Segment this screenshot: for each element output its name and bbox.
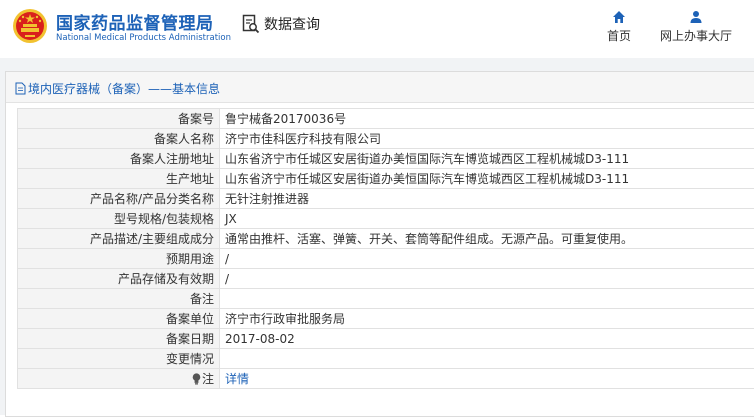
table-row: 产品名称/产品分类名称 无针注射推进器 [18, 189, 754, 209]
panel-title-text: 境内医疗器械（备案）——基本信息 [28, 80, 220, 97]
data-query-label: 数据查询 [264, 14, 320, 34]
row-value: 山东省济宁市任城区安居街道办美恒国际汽车博览城西区工程机械城D3-111 [220, 169, 754, 189]
row-value: 2017-08-02 [220, 329, 754, 349]
panel-title: 境内医疗器械（备案）——基本信息 [15, 80, 220, 97]
row-value [220, 289, 754, 309]
row-label: 备注 [18, 289, 220, 309]
table-row: 备案单位 济宁市行政审批服务局 [18, 309, 754, 329]
row-value: 无针注射推进器 [220, 189, 754, 209]
table-row: 生产地址 山东省济宁市任城区安居街道办美恒国际汽车博览城西区工程机械城D3-11… [18, 169, 754, 189]
row-value: / [220, 269, 754, 289]
nav-online-hall[interactable]: 网上办事大厅 [654, 10, 738, 44]
table-row: 备案日期 2017-08-02 [18, 329, 754, 349]
document-icon [15, 82, 26, 95]
row-label: 产品存储及有效期 [18, 269, 220, 289]
panel-header: 境内医疗器械（备案）——基本信息 [6, 72, 754, 103]
table-row: 型号规格/包装规格 JX [18, 209, 754, 229]
site-logo-subtitle: National Medical Products Administration [56, 33, 231, 43]
detail-panel: 境内医疗器械（备案）——基本信息 备案号 鲁宁械备20170036号 备案人名称… [5, 71, 754, 417]
row-value: 济宁市佳科医疗科技有限公司 [220, 129, 754, 149]
table-row: 产品描述/主要组成成分 通常由推杆、活塞、弹簧、开关、套筒等配件组成。无源产品。… [18, 229, 754, 249]
row-label: 变更情况 [18, 349, 220, 369]
nav-home[interactable]: 首页 [600, 10, 638, 44]
note-label-cell: 注 [18, 369, 220, 389]
site-logo-title: 国家药品监督管理局 [56, 9, 214, 34]
table-row: 备案人名称 济宁市佳科医疗科技有限公司 [18, 129, 754, 149]
row-label: 预期用途 [18, 249, 220, 269]
record-info-table: 备案号 鲁宁械备20170036号 备案人名称 济宁市佳科医疗科技有限公司 备案… [17, 108, 754, 389]
row-value [220, 349, 754, 369]
person-icon [689, 10, 703, 24]
lightbulb-icon [192, 373, 201, 385]
row-label: 产品描述/主要组成成分 [18, 229, 220, 249]
details-link[interactable]: 详情 [225, 372, 249, 386]
row-label: 备案号 [18, 109, 220, 129]
nav-home-label: 首页 [607, 29, 631, 43]
row-label: 备案人名称 [18, 129, 220, 149]
table-row: 备案人注册地址 山东省济宁市任城区安居街道办美恒国际汽车博览城西区工程机械城D3… [18, 149, 754, 169]
row-label: 型号规格/包装规格 [18, 209, 220, 229]
row-value-cell: 详情 [220, 369, 754, 389]
row-label: 产品名称/产品分类名称 [18, 189, 220, 209]
row-value: / [220, 249, 754, 269]
home-icon [612, 10, 626, 24]
row-value: 济宁市行政审批服务局 [220, 309, 754, 329]
table-row: 备注 [18, 289, 754, 309]
row-label: 备案单位 [18, 309, 220, 329]
site-header: 国家药品监督管理局 National Medical Products Admi… [0, 0, 754, 58]
nav-online-hall-label: 网上办事大厅 [660, 29, 732, 43]
table-row: 变更情况 [18, 349, 754, 369]
national-emblem-icon [12, 8, 48, 44]
document-search-icon [242, 14, 260, 34]
table-row: 注 详情 [18, 369, 754, 389]
row-label: 注 [202, 372, 214, 386]
table-row: 备案号 鲁宁械备20170036号 [18, 109, 754, 129]
row-label: 备案日期 [18, 329, 220, 349]
row-value: JX [220, 209, 754, 229]
table-row: 预期用途 / [18, 249, 754, 269]
row-value: 通常由推杆、活塞、弹簧、开关、套筒等配件组成。无源产品。可重复使用。 [220, 229, 754, 249]
row-label: 生产地址 [18, 169, 220, 189]
data-query-link[interactable]: 数据查询 [242, 14, 320, 34]
row-value: 鲁宁械备20170036号 [220, 109, 754, 129]
table-row: 产品存储及有效期 / [18, 269, 754, 289]
row-label: 备案人注册地址 [18, 149, 220, 169]
row-value: 山东省济宁市任城区安居街道办美恒国际汽车博览城西区工程机械城D3-111 [220, 149, 754, 169]
